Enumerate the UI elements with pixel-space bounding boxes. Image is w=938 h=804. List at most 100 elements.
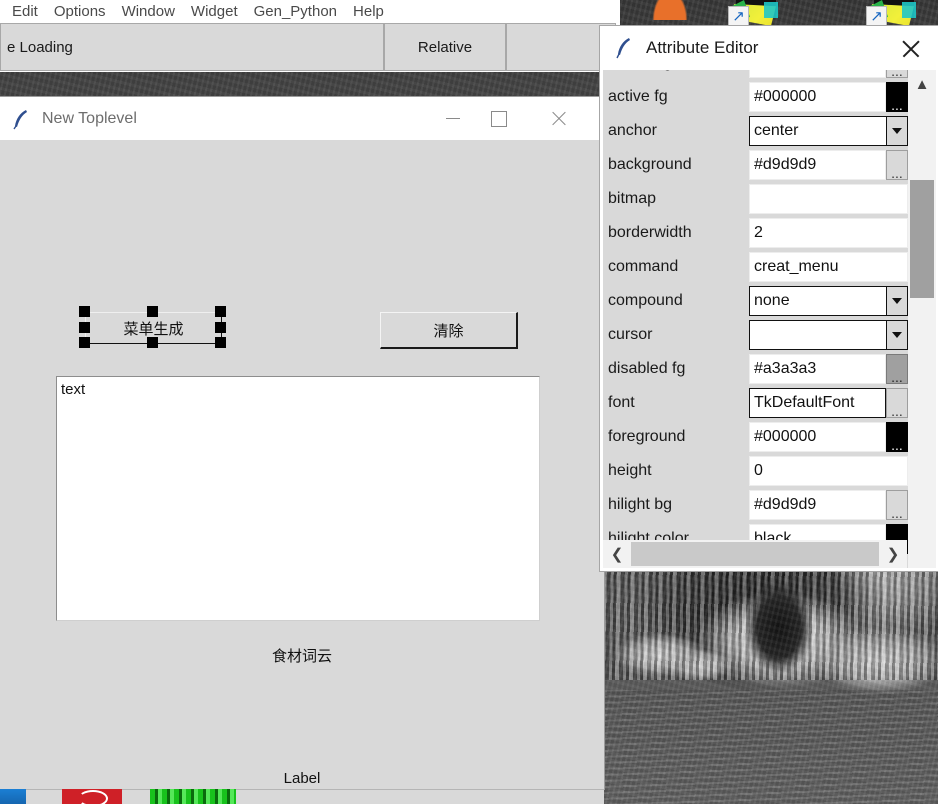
attribute-row[interactable]: anchor center — [603, 114, 908, 148]
attribute-value[interactable]: #d9d9d9 ... — [749, 488, 908, 522]
menu-item-edit[interactable]: Edit — [4, 3, 46, 21]
attribute-input[interactable] — [749, 184, 908, 214]
menu-item-window[interactable]: Window — [114, 3, 183, 21]
maximize-icon[interactable] — [476, 97, 522, 140]
attribute-value[interactable]: #a3a3a3 ... — [749, 352, 908, 386]
chevron-down-icon[interactable] — [886, 287, 907, 315]
resize-handle-s[interactable] — [147, 337, 158, 348]
color-picker-button[interactable]: ... — [886, 354, 908, 384]
resize-handle-w[interactable] — [79, 322, 90, 333]
attribute-row[interactable]: hilight bg #d9d9d9 ... — [603, 488, 908, 522]
attribute-row[interactable]: active bg ... — [603, 70, 908, 80]
attribute-row[interactable]: cursor — [603, 318, 908, 352]
attribute-value[interactable]: #d9d9d9 ... — [749, 148, 908, 182]
taskbar-blue-icon[interactable] — [0, 789, 26, 804]
close-icon[interactable] — [896, 34, 926, 64]
attribute-row[interactable]: compound none — [603, 284, 908, 318]
chevron-down-icon[interactable] — [886, 117, 907, 145]
attribute-select[interactable]: none — [749, 286, 908, 316]
attribute-name: active fg — [603, 80, 749, 114]
attribute-row[interactable]: height 0 — [603, 454, 908, 488]
builder-window: Edit Options Window Widget Gen_Python He… — [0, 0, 620, 72]
menu-item-gen-python[interactable]: Gen_Python — [246, 3, 345, 21]
chevron-left-icon[interactable]: ❮ — [603, 545, 631, 563]
attribute-value[interactable]: creat_menu — [749, 250, 908, 284]
attribute-editor-titlebar[interactable]: Attribute Editor — [600, 26, 938, 70]
attribute-select[interactable] — [749, 320, 908, 350]
plain-label[interactable]: Label — [0, 770, 604, 787]
desktop-orange-icon[interactable] — [650, 0, 690, 20]
color-picker-button[interactable]: ... — [886, 82, 908, 112]
selected-widget-wrapper[interactable]: 菜单生成 — [79, 306, 226, 348]
attribute-row[interactable]: background #d9d9d9 ... — [603, 148, 908, 182]
attribute-select[interactable]: center — [749, 116, 908, 146]
menu-item-help[interactable]: Help — [345, 3, 392, 21]
resize-handle-n[interactable] — [147, 306, 158, 317]
attribute-name: background — [603, 148, 749, 182]
resize-handle-se[interactable] — [215, 337, 226, 348]
attribute-input[interactable]: #a3a3a3 — [749, 354, 886, 384]
resize-handle-nw[interactable] — [79, 306, 90, 317]
color-picker-button[interactable]: ... — [886, 490, 908, 520]
attribute-row[interactable]: foreground #000000 ... — [603, 420, 908, 454]
resize-handle-ne[interactable] — [215, 306, 226, 317]
attribute-value[interactable]: ... — [749, 70, 908, 80]
menu-item-widget[interactable]: Widget — [183, 3, 246, 21]
attribute-value[interactable]: 2 — [749, 216, 908, 250]
attribute-input[interactable]: TkDefaultFont — [749, 388, 886, 418]
attribute-value[interactable]: none — [749, 284, 908, 318]
taskbar-green-icon[interactable] — [150, 789, 236, 804]
attribute-value[interactable]: #000000 ... — [749, 420, 908, 454]
attribute-value[interactable]: center — [749, 114, 908, 148]
horizontal-scrollbar[interactable]: ❮ ❯ — [603, 540, 907, 568]
attribute-value[interactable] — [749, 182, 908, 216]
font-picker-button[interactable]: ... — [886, 388, 908, 418]
attribute-row[interactable]: bitmap — [603, 182, 908, 216]
attribute-name: active bg — [603, 70, 749, 80]
color-picker-button[interactable]: ... — [886, 422, 908, 452]
attribute-input[interactable]: creat_menu — [749, 252, 908, 282]
attribute-name: borderwidth — [603, 216, 749, 250]
color-picker-button[interactable]: ... — [886, 150, 908, 180]
attribute-row-command[interactable]: command creat_menu — [603, 250, 908, 290]
minimize-icon[interactable] — [430, 97, 476, 140]
attribute-row[interactable]: active fg #000000 ... — [603, 80, 908, 114]
toplevel-canvas[interactable]: 菜单生成 清除 text 食材词云 Label — [0, 140, 604, 789]
attribute-row[interactable]: borderwidth 2 — [603, 216, 908, 250]
attribute-value[interactable] — [749, 318, 908, 352]
attribute-input[interactable] — [749, 70, 886, 78]
horizontal-scrollbar-thumb[interactable] — [631, 542, 879, 566]
attribute-value[interactable]: TkDefaultFont ... — [749, 386, 908, 420]
attribute-row[interactable]: disabled fg #a3a3a3 ... — [603, 352, 908, 386]
chevron-down-icon[interactable] — [886, 321, 907, 349]
attribute-input[interactable]: #000000 — [749, 82, 886, 112]
resize-handle-sw[interactable] — [79, 337, 90, 348]
attribute-input[interactable]: 0 — [749, 456, 908, 486]
attribute-input[interactable]: #d9d9d9 — [749, 490, 886, 520]
attribute-name: cursor — [603, 318, 749, 352]
toolbar-loading-field[interactable]: e Loading — [0, 23, 384, 71]
attribute-input[interactable]: 2 — [749, 218, 908, 248]
vertical-scrollbar-thumb[interactable] — [910, 180, 934, 298]
attribute-editor-title: Attribute Editor — [646, 38, 759, 57]
attribute-input[interactable]: #000000 — [749, 422, 886, 452]
toplevel-titlebar[interactable]: New Toplevel — [0, 97, 604, 140]
toolbar-relative-button[interactable]: Relative — [384, 23, 506, 71]
close-icon[interactable] — [536, 97, 582, 140]
chevron-right-icon[interactable]: ❯ — [879, 545, 907, 563]
color-picker-button[interactable]: ... — [886, 70, 908, 78]
attribute-row[interactable]: font TkDefaultFont ... — [603, 386, 908, 420]
attribute-input[interactable]: #d9d9d9 — [749, 150, 886, 180]
word-cloud-label[interactable]: 食材词云 — [0, 645, 604, 666]
attribute-select-value: center — [754, 122, 799, 139]
menu-item-options[interactable]: Options — [46, 3, 114, 21]
chevron-up-icon[interactable]: ▲ — [908, 70, 936, 98]
vertical-scrollbar[interactable]: ▲ ▼ — [908, 70, 936, 568]
text-widget[interactable]: text — [56, 376, 540, 621]
attribute-name: bitmap — [603, 182, 749, 216]
clear-button[interactable]: 清除 — [380, 312, 518, 349]
resize-handle-e[interactable] — [215, 322, 226, 333]
attribute-value[interactable]: 0 — [749, 454, 908, 488]
taskbar-red-icon[interactable] — [62, 789, 122, 804]
attribute-value[interactable]: #000000 ... — [749, 80, 908, 114]
